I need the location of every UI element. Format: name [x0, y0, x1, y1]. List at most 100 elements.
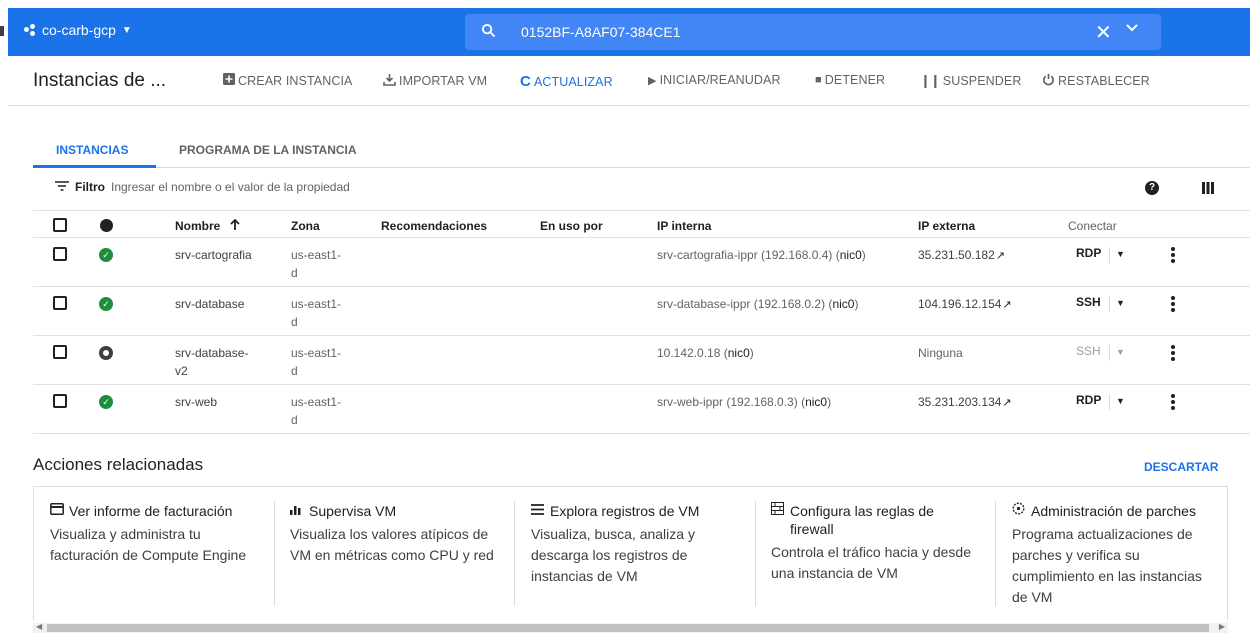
- instance-name-link[interactable]: srv-database: [175, 295, 244, 313]
- table-row[interactable]: ✓ srv-database us-east1- d srv-database-i…: [33, 287, 1250, 336]
- refresh-icon: C: [520, 73, 531, 90]
- table-header: Nombre Zona Recomendaciones En uso por I…: [33, 210, 1250, 238]
- row-checkbox[interactable]: [53, 394, 67, 408]
- tab-instances[interactable]: INSTANCIAS: [56, 143, 128, 157]
- caret-down-icon[interactable]: ▼: [1116, 396, 1125, 406]
- stop-button[interactable]: ■ DETENER: [815, 73, 885, 87]
- divider: [1109, 247, 1110, 263]
- firewall-rules-card[interactable]: Configura las reglas de firewall Control…: [755, 487, 996, 621]
- caret-down-icon[interactable]: ▼: [1116, 249, 1125, 259]
- column-internal-ip[interactable]: IP interna: [657, 219, 711, 233]
- suspend-label: SUSPENDER: [942, 74, 1022, 88]
- more-options-icon[interactable]: [1171, 247, 1175, 265]
- filter-label: Filtro: [75, 180, 105, 194]
- status-column-icon: [100, 219, 113, 232]
- import-vm-button[interactable]: IMPORTAR VM: [383, 73, 487, 89]
- more-options-icon[interactable]: [1171, 394, 1175, 412]
- status-running-icon: ✓: [99, 297, 113, 311]
- dismiss-button[interactable]: DESCARTAR: [1144, 460, 1218, 474]
- create-instance-button[interactable]: CREAR INSTANCIA: [223, 73, 352, 88]
- table-row[interactable]: ✓ srv-cartografia us-east1- d srv-cartogr…: [33, 238, 1250, 287]
- row-checkbox[interactable]: [53, 296, 67, 310]
- divider: [1109, 345, 1110, 361]
- scroll-right-icon[interactable]: ▶: [1219, 622, 1225, 631]
- external-ip-link[interactable]: 35.231.203.134↗: [918, 393, 1012, 412]
- column-in-use-by[interactable]: En uso por: [540, 219, 603, 233]
- reset-button[interactable]: RESTABLECER: [1042, 73, 1150, 89]
- row-checkbox[interactable]: [53, 247, 67, 261]
- column-recommendations[interactable]: Recomendaciones: [381, 219, 487, 233]
- external-ip-link[interactable]: 35.231.50.182↗: [918, 246, 1005, 265]
- scroll-left-icon[interactable]: ◀: [36, 622, 42, 631]
- top-bar: co-carb-gcp ▼ 0152BF-A8AF07-384CE1 ✕: [8, 8, 1250, 56]
- search-input[interactable]: 0152BF-A8AF07-384CE1: [521, 24, 681, 40]
- caret-down-icon[interactable]: ▼: [1116, 298, 1125, 308]
- card-description: Visualiza y administra tu facturación de…: [50, 526, 247, 563]
- card-title: Configura las reglas de firewall: [771, 502, 980, 538]
- help-icon[interactable]: ?: [1145, 181, 1159, 195]
- explore-logs-card[interactable]: Explora registros de VM Visualiza, busca…: [515, 487, 756, 621]
- refresh-label: ACTUALIZAR: [533, 74, 613, 89]
- zone-cell: us-east1- d: [291, 346, 342, 378]
- column-zone[interactable]: Zona: [291, 219, 320, 233]
- window-edge: [0, 26, 4, 36]
- table-row[interactable]: ✓ srv-web us-east1- d srv-web-ippr (192.1…: [33, 385, 1250, 434]
- start-resume-button[interactable]: ▶ INICIAR/REANUDAR: [648, 73, 781, 87]
- page-header: Instancias de ... CREAR INSTANCIA IMPORT…: [8, 56, 1250, 106]
- power-icon: [1042, 73, 1055, 89]
- select-all-checkbox[interactable]: [53, 218, 67, 232]
- pause-icon: ❙❙: [920, 73, 941, 88]
- instance-name-link[interactable]: srv-web: [175, 393, 217, 411]
- filter-input[interactable]: Ingresar el nombre o el valor de la prop…: [111, 180, 350, 194]
- billing-card-icon: [50, 502, 64, 520]
- monitor-vm-card[interactable]: Supervisa VM Visualiza los valores atípi…: [274, 487, 515, 621]
- chevron-down-icon[interactable]: [1125, 21, 1139, 40]
- table-row[interactable]: srv-database-v2 us-east1- d 10.142.0.18 (…: [33, 336, 1250, 385]
- arrow-up-icon: [230, 218, 240, 233]
- more-options-icon[interactable]: [1171, 345, 1175, 363]
- connect-button: SSH: [1076, 344, 1101, 358]
- add-box-icon: [223, 73, 235, 88]
- column-name[interactable]: Nombre: [175, 218, 240, 233]
- reset-label: RESTABLECER: [1058, 74, 1150, 88]
- caret-down-icon: ▼: [1116, 347, 1125, 357]
- connect-button[interactable]: RDP: [1076, 393, 1101, 407]
- external-ip-link[interactable]: 104.196.12.154↗: [918, 295, 1012, 314]
- column-external-ip[interactable]: IP externa: [918, 219, 975, 233]
- refresh-button[interactable]: C ACTUALIZAR: [520, 73, 613, 90]
- connect-button[interactable]: SSH: [1076, 295, 1101, 309]
- caret-down-icon: ▼: [121, 24, 132, 36]
- tab-instance-schedule[interactable]: PROGRAMA DE LA INSTANCIA: [179, 143, 357, 157]
- connect-button[interactable]: RDP: [1076, 246, 1101, 260]
- bar-chart-icon: [290, 502, 304, 520]
- instance-name-link[interactable]: srv-cartografia: [175, 246, 252, 264]
- card-title: Supervisa VM: [290, 502, 499, 520]
- divider: [1109, 394, 1110, 410]
- column-name-label: Nombre: [175, 219, 221, 233]
- import-vm-label: IMPORTAR VM: [399, 74, 488, 88]
- suspend-button[interactable]: ❙❙ SUSPENDER: [920, 73, 1022, 89]
- status-stopped-icon: [99, 346, 113, 360]
- search-icon: [481, 23, 496, 42]
- patch-management-card[interactable]: Administración de parches Programa actua…: [996, 487, 1237, 621]
- zone-cell: us-east1- d: [291, 297, 342, 329]
- zone-cell: us-east1- d: [291, 395, 342, 427]
- scrollbar-thumb[interactable]: [47, 624, 1209, 632]
- patch-management-icon: [1012, 502, 1026, 520]
- horizontal-scrollbar[interactable]: ◀ ▶: [33, 622, 1228, 633]
- instance-name-link[interactable]: srv-database-v2: [175, 344, 248, 380]
- instances-table: Nombre Zona Recomendaciones En uso por I…: [33, 210, 1250, 434]
- project-selector[interactable]: co-carb-gcp ▼: [24, 22, 132, 38]
- row-checkbox[interactable]: [53, 345, 67, 359]
- related-actions-cards: Ver informe de facturación Visualiza y a…: [33, 486, 1228, 620]
- filter-bar[interactable]: Filtro Ingresar el nombre o el valor de …: [55, 180, 350, 194]
- card-description: Controla el tráfico hacia y desde una in…: [771, 544, 971, 581]
- card-description: Visualiza, busca, analiza y descarga los…: [531, 526, 695, 584]
- firewall-icon: [771, 502, 785, 538]
- close-icon[interactable]: ✕: [1095, 20, 1112, 45]
- more-options-icon[interactable]: [1171, 296, 1175, 314]
- billing-report-card[interactable]: Ver informe de facturación Visualiza y a…: [34, 487, 275, 621]
- search-bar[interactable]: 0152BF-A8AF07-384CE1 ✕: [465, 14, 1161, 50]
- column-display-icon[interactable]: [1202, 182, 1214, 197]
- project-name: co-carb-gcp: [42, 22, 116, 38]
